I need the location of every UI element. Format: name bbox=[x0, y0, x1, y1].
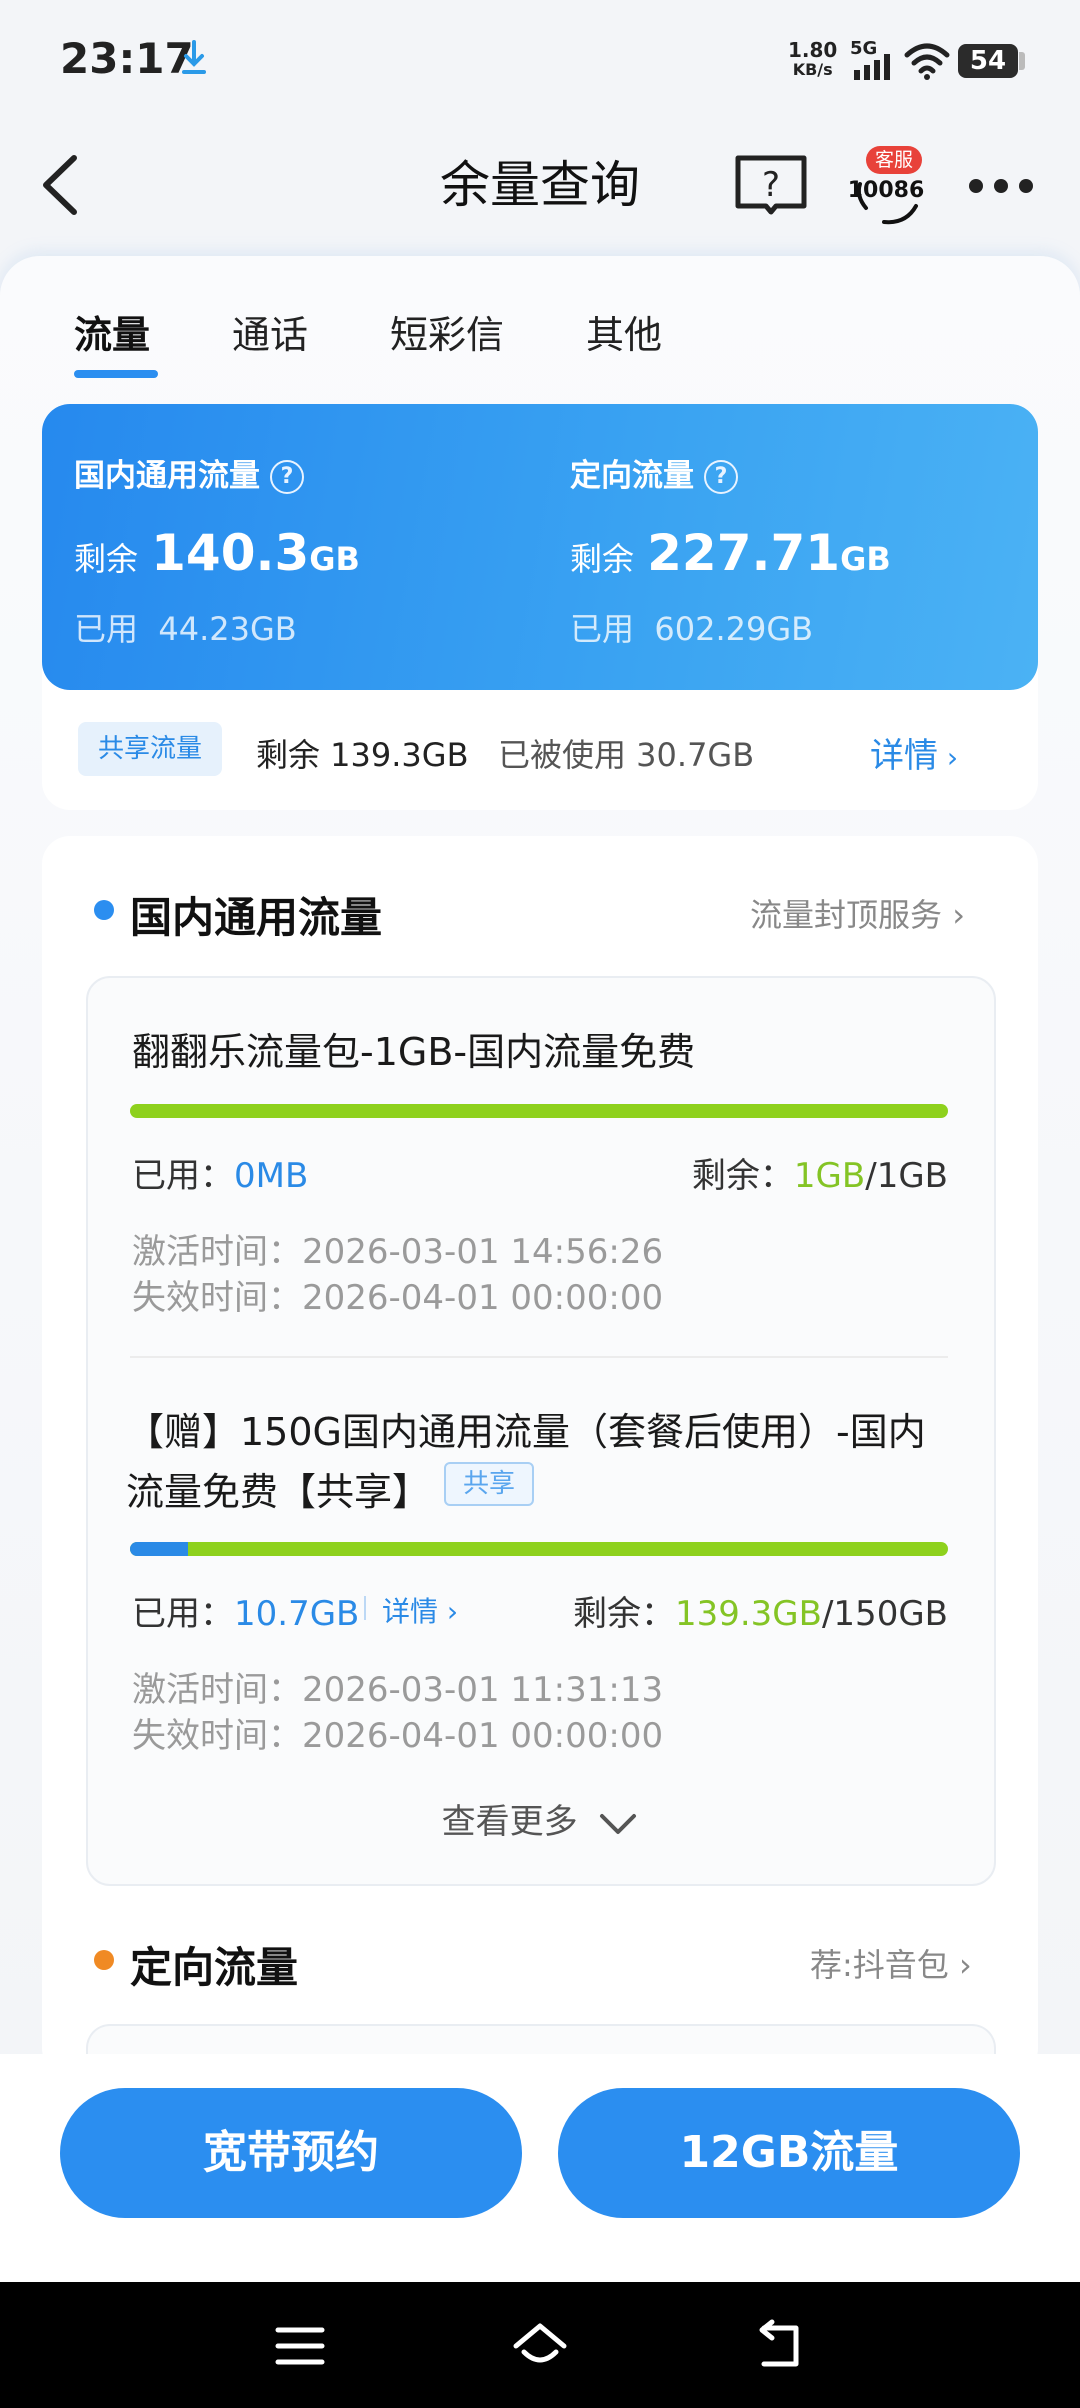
usage-progress-bar bbox=[130, 1542, 948, 1556]
menu-icon[interactable] bbox=[270, 2318, 330, 2374]
customer-service-icon[interactable]: 客服 10086 bbox=[846, 146, 926, 226]
targeted-data-title: 定向流量? bbox=[570, 450, 738, 495]
help-circle-icon[interactable]: ? bbox=[270, 460, 304, 494]
expiry-time: 失效时间：2026-04-01 00:00:00 bbox=[132, 1278, 664, 1318]
broadband-booking-button[interactable]: 宽带预约 bbox=[60, 2088, 522, 2218]
shared-remaining: 剩余 139.3GB bbox=[256, 736, 469, 774]
network-speed: 1.80 KB/s bbox=[788, 38, 838, 79]
tab-sms[interactable]: 短彩信 bbox=[390, 304, 504, 359]
status-time: 23:17 bbox=[60, 34, 194, 83]
shared-detail-link[interactable]: 详情 › bbox=[870, 728, 958, 777]
separator bbox=[364, 1596, 366, 1620]
package-name: 翻翻乐流量包-1GB-国内流量免费 bbox=[132, 1030, 696, 1074]
data-package-button[interactable]: 12GB流量 bbox=[558, 2088, 1020, 2218]
general-remaining: 剩余 140.3GB bbox=[74, 524, 360, 582]
expiry-time: 失效时间：2026-04-01 00:00:00 bbox=[132, 1716, 664, 1756]
battery-cap bbox=[1019, 52, 1025, 70]
activation-time: 激活时间：2026-03-01 11:31:13 bbox=[132, 1670, 664, 1710]
shared-tag: 共享 bbox=[444, 1462, 534, 1506]
more-options-icon[interactable] bbox=[966, 168, 1036, 204]
chevron-right-icon: › bbox=[942, 896, 965, 934]
usage-progress-bar bbox=[130, 1104, 948, 1118]
battery-indicator: 54 bbox=[958, 44, 1018, 78]
general-used: 已用 44.23GB bbox=[74, 610, 297, 648]
chevron-right-icon: › bbox=[938, 741, 959, 774]
package-used: 已用：0MB bbox=[132, 1156, 309, 1196]
usage-detail-link[interactable]: 详情 › bbox=[382, 1590, 458, 1630]
shared-data-badge: 共享流量 bbox=[78, 722, 222, 776]
targeted-section-title: 定向流量 bbox=[130, 1943, 299, 1992]
chevron-right-icon: › bbox=[948, 1946, 972, 1984]
tab-calls[interactable]: 通话 bbox=[232, 304, 308, 359]
chevron-right-icon: › bbox=[438, 1595, 459, 1628]
targeted-used: 已用 602.29GB bbox=[570, 610, 814, 648]
package-used: 已用：10.7GB bbox=[132, 1594, 360, 1634]
tab-active-indicator bbox=[74, 370, 158, 378]
domestic-section-title: 国内通用流量 bbox=[130, 893, 383, 942]
see-more-button[interactable]: 查看更多 bbox=[0, 1794, 1080, 1843]
tab-other[interactable]: 其他 bbox=[586, 304, 662, 359]
back-icon[interactable] bbox=[750, 2318, 810, 2374]
help-circle-icon[interactable]: ? bbox=[704, 460, 738, 494]
package-name-line2: 流量免费【共享】 bbox=[126, 1470, 431, 1514]
download-icon bbox=[182, 40, 206, 74]
home-icon[interactable] bbox=[510, 2318, 570, 2374]
svg-text:?: ? bbox=[762, 165, 780, 205]
chevron-down-icon bbox=[600, 1813, 637, 1834]
section-dot bbox=[94, 900, 114, 920]
shared-used: 已被使用 30.7GB bbox=[498, 736, 755, 774]
tab-data[interactable]: 流量 bbox=[74, 304, 150, 359]
recommended-package-link[interactable]: 荐:抖音包 › bbox=[810, 1940, 972, 1986]
targeted-remaining: 剩余 227.71GB bbox=[570, 524, 891, 582]
divider bbox=[130, 1356, 948, 1358]
signal-icon bbox=[854, 54, 890, 80]
help-book-icon[interactable]: ? bbox=[734, 154, 808, 216]
section-dot bbox=[94, 1950, 114, 1970]
package-remaining: 剩余：139.3GB/150GB bbox=[572, 1594, 948, 1634]
activation-time: 激活时间：2026-03-01 14:56:26 bbox=[132, 1232, 664, 1272]
wifi-icon bbox=[904, 43, 950, 80]
data-cap-service-link[interactable]: 流量封顶服务 › bbox=[750, 890, 965, 936]
general-data-title: 国内通用流量? bbox=[74, 450, 304, 495]
usage-progress-fill bbox=[130, 1542, 188, 1556]
package-remaining: 剩余：1GB/1GB bbox=[691, 1156, 948, 1196]
package-name-line1: 【赠】150G国内通用流量（套餐后使用）-国内 bbox=[126, 1410, 926, 1454]
